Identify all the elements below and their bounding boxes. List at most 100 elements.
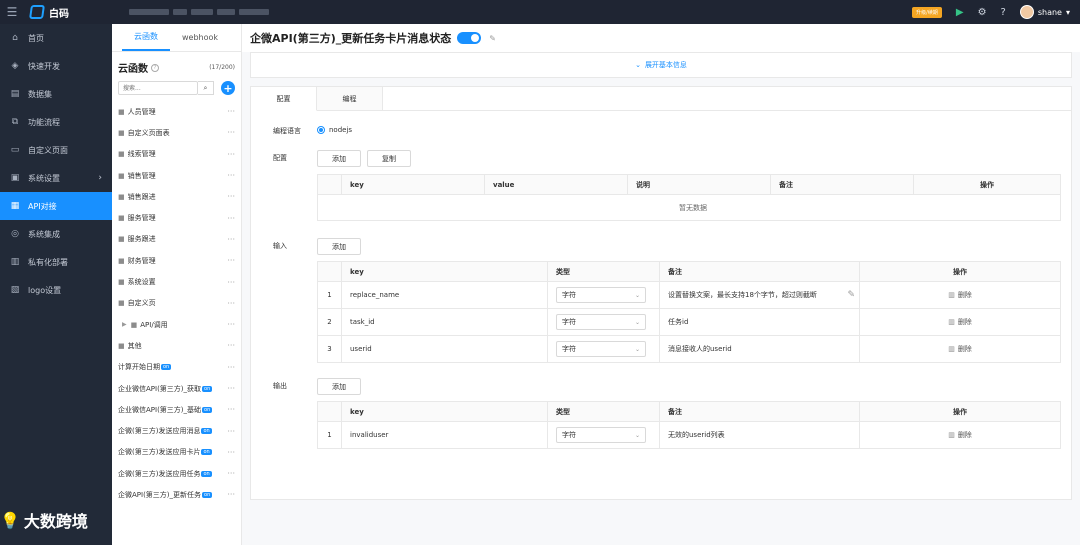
nav-item-api[interactable]: ▦ API对接 [0, 192, 112, 220]
list-item[interactable]: ■ 服务管理 ··· [112, 207, 241, 228]
settings-icon: ▣ [10, 173, 20, 183]
nav-item-quick-dev[interactable]: ◈ 快速开发 [0, 52, 112, 80]
more-icon[interactable]: ··· [227, 107, 235, 116]
more-icon[interactable]: ··· [227, 427, 235, 436]
more-icon[interactable]: ··· [227, 278, 235, 287]
play-icon[interactable]: ▶ [956, 7, 964, 18]
type-select[interactable]: 字符 ⌄ [556, 287, 646, 303]
nav-item-home[interactable]: ⌂ 首页 [0, 24, 112, 52]
more-icon[interactable]: ··· [227, 320, 235, 329]
nav-item-logo[interactable]: ▧ logo设置 [0, 276, 112, 304]
enable-toggle[interactable] [457, 32, 482, 44]
delete-button[interactable]: ▥ 删除 [948, 345, 972, 353]
tab-cloud-functions[interactable]: 云函数 [122, 24, 170, 51]
more-icon[interactable]: ··· [227, 299, 235, 308]
output-add-button[interactable]: 添加 [317, 378, 361, 395]
main-content: 企微API(第三方)_更新任务卡片消息状态 ✎ ⌄ 展开基本信息 配置 编程 编… [242, 24, 1080, 545]
list-item[interactable]: 企微(第三方)发送应用消息 on ··· [112, 420, 241, 441]
input-add-button[interactable]: 添加 [317, 238, 361, 255]
more-icon[interactable]: ··· [227, 150, 235, 159]
nav-item-custom-page[interactable]: ▭ 自定义页面 [0, 136, 112, 164]
nav-item-integration[interactable]: ◎ 系统集成 [0, 220, 112, 248]
tab-programming[interactable]: 编程 [317, 87, 383, 110]
list-item[interactable]: ■ 其他 ··· [112, 335, 241, 356]
more-icon[interactable]: ··· [227, 256, 235, 265]
user-name: shane [1037, 7, 1062, 17]
add-function-button[interactable]: + [221, 81, 235, 95]
more-icon[interactable]: ··· [227, 171, 235, 180]
row-note[interactable]: 任务id [659, 308, 860, 336]
language-radio[interactable]: nodejs [317, 126, 352, 134]
more-icon[interactable]: ··· [227, 448, 235, 457]
note-cell[interactable]: 设置替换文案，最长支持18个字节，超过则截断 ✎ [659, 281, 860, 309]
row-actions: ▥ 删除 [859, 308, 1061, 336]
nav-item-flow[interactable]: ⧉ 功能流程 [0, 108, 112, 136]
row-key[interactable]: task_id [341, 308, 548, 336]
delete-button[interactable]: ▥ 删除 [948, 431, 972, 439]
row-number: 3 [317, 335, 342, 363]
folder-icon: ■ [118, 150, 125, 159]
more-icon[interactable]: ··· [227, 363, 235, 372]
list-item[interactable]: 企业微信API(第三方)_基础 on ··· [112, 399, 241, 420]
row-note[interactable]: 消息接收人的userid [659, 335, 860, 363]
config-copy-button[interactable]: 复制 [367, 150, 411, 167]
list-item[interactable]: 企微API(第三方)_更新任务 on ··· [112, 484, 241, 505]
list-item[interactable]: ■ 服务跟进 ··· [112, 229, 241, 250]
list-item[interactable]: ■ 自定义页 ··· [112, 293, 241, 314]
tab-config[interactable]: 配置 [251, 87, 317, 111]
page-icon: ▭ [10, 145, 20, 155]
search-icon[interactable]: ⌕ [198, 81, 214, 95]
type-select[interactable]: 字符 ⌄ [556, 427, 646, 443]
delete-button[interactable]: ▥ 删除 [948, 291, 972, 299]
list-item[interactable]: ■ 线索管理 ··· [112, 144, 241, 165]
edit-icon[interactable]: ✎ [847, 290, 855, 300]
tab-webhook[interactable]: webhook [170, 24, 230, 51]
help-icon[interactable]: ? [151, 63, 159, 72]
list-item[interactable]: ■ 销售管理 ··· [112, 165, 241, 186]
nav-item-system-settings[interactable]: ▣ 系统设置 › [0, 164, 112, 192]
plugin-icon[interactable]: ⚙ [978, 7, 987, 18]
row-key[interactable]: replace_name [341, 281, 548, 309]
more-icon[interactable]: ··· [227, 235, 235, 244]
more-icon[interactable]: ··· [227, 384, 235, 393]
caret-right-icon[interactable]: ▶ [122, 321, 127, 328]
list-item[interactable]: 企业微信API(第三方)_获取 on ··· [112, 378, 241, 399]
row-key[interactable]: invaliduser [341, 421, 548, 449]
list-item[interactable]: 计算开始日期 on ··· [112, 357, 241, 378]
nav-item-private-deploy[interactable]: ▥ 私有化部署 [0, 248, 112, 276]
list-item[interactable]: ▶ ■ API/调用 ··· [112, 314, 241, 335]
type-select[interactable]: 字符 ⌄ [556, 341, 646, 357]
list-item[interactable]: ■ 销售跟进 ··· [112, 186, 241, 207]
edit-icon[interactable]: ✎ [489, 34, 496, 43]
type-value: 字符 [562, 431, 576, 439]
row-key[interactable]: userid [341, 335, 548, 363]
menu-toggle-icon[interactable]: ☰ [0, 0, 24, 24]
config-add-button[interactable]: 添加 [317, 150, 361, 167]
row-note[interactable]: 无效的userid列表 [659, 421, 860, 449]
upgrade-button[interactable]: 升级/续期 [912, 6, 942, 18]
help-icon[interactable]: ? [1001, 7, 1006, 18]
search-input[interactable] [118, 81, 198, 95]
more-icon[interactable]: ··· [227, 490, 235, 499]
more-icon[interactable]: ··· [227, 192, 235, 201]
more-icon[interactable]: ··· [227, 214, 235, 223]
app-logo[interactable]: 白码 [29, 5, 69, 20]
list-item[interactable]: 企微(第三方)发送应用任务 on ··· [112, 463, 241, 484]
list-item[interactable]: ■ 系统设置 ··· [112, 271, 241, 292]
list-item[interactable]: 企微(第三方)发送应用卡片 on ··· [112, 442, 241, 463]
more-icon[interactable]: ··· [227, 341, 235, 350]
more-icon[interactable]: ··· [227, 128, 235, 137]
delete-button[interactable]: ▥ 删除 [948, 318, 972, 326]
nav-item-dataset[interactable]: ▤ 数据集 [0, 80, 112, 108]
expand-basic-info[interactable]: ⌄ 展开基本信息 [250, 52, 1072, 78]
user-menu[interactable]: shane ▾ [1019, 5, 1070, 19]
chevron-down-icon: ▾ [1065, 7, 1070, 17]
type-select[interactable]: 字符 ⌄ [556, 314, 646, 330]
column-header [317, 401, 342, 422]
more-icon[interactable]: ··· [227, 405, 235, 414]
list-item[interactable]: ■ 人员管理 ··· [112, 101, 241, 122]
more-icon[interactable]: ··· [227, 469, 235, 478]
list-item[interactable]: ■ 自定义页面表 ··· [112, 122, 241, 143]
item-label: 服务跟进 [127, 235, 156, 244]
list-item[interactable]: ■ 财务管理 ··· [112, 250, 241, 271]
